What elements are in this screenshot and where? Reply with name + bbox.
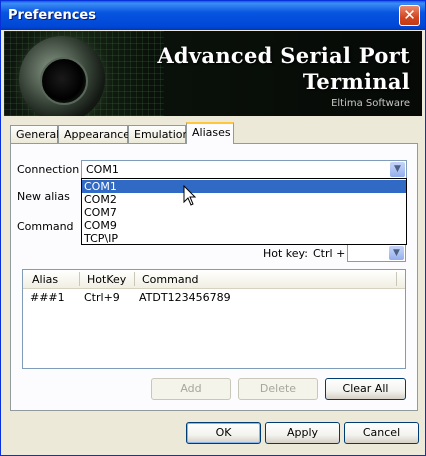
banner-vendor: Eltima Software xyxy=(331,98,410,109)
connection-label: Connection xyxy=(17,163,80,176)
cell-command: ATDT123456789 xyxy=(139,291,231,304)
command-label: Command xyxy=(17,220,74,233)
chevron-down-icon[interactable]: ▼ xyxy=(389,246,404,260)
connection-dropdown-list: COM1 COM2 COM7 COM9 TCP\IP xyxy=(81,178,407,245)
mouse-pointer-icon xyxy=(183,185,197,206)
tab-label: General xyxy=(16,128,60,141)
hotkey-label: Hot key: xyxy=(263,247,308,260)
banner-title-line1: Advanced Serial Port xyxy=(157,43,410,68)
dropdown-option-com9[interactable]: COM9 xyxy=(82,219,406,232)
column-header-hotkey[interactable]: HotKey xyxy=(87,273,126,286)
clear-all-button[interactable]: Clear All xyxy=(325,378,406,400)
preferences-window: Preferences ✕ Advanced Serial Port Termi… xyxy=(0,0,426,456)
column-divider[interactable] xyxy=(79,272,80,286)
cancel-button[interactable]: Cancel xyxy=(344,422,419,444)
new-alias-label: New alias xyxy=(17,190,70,203)
close-button[interactable]: ✕ xyxy=(399,5,420,26)
column-divider[interactable] xyxy=(134,272,135,286)
cell-alias: ###1 xyxy=(30,291,65,304)
ok-button[interactable]: OK xyxy=(186,422,261,444)
dropdown-option-com7[interactable]: COM7 xyxy=(82,206,406,219)
title-bar[interactable]: Preferences ✕ xyxy=(1,1,425,30)
dropdown-option-com1[interactable]: COM1 xyxy=(82,180,406,193)
tab-emulation[interactable]: Emulation xyxy=(128,125,190,143)
chevron-down-icon[interactable]: ▼ xyxy=(390,162,405,177)
banner-title-line2: Terminal xyxy=(302,69,410,94)
tab-label: Appearance xyxy=(64,128,131,141)
table-header: Alias HotKey Command xyxy=(23,270,405,289)
hotkey-prefix: Ctrl + xyxy=(313,247,346,260)
connection-value: COM1 xyxy=(86,163,119,176)
tab-label: Emulation xyxy=(134,128,190,141)
dropdown-option-com2[interactable]: COM2 xyxy=(82,193,406,206)
add-button[interactable]: Add xyxy=(151,378,231,400)
window-title: Preferences xyxy=(8,8,96,23)
column-header-alias[interactable]: Alias xyxy=(32,273,58,286)
tab-general[interactable]: General xyxy=(10,125,60,143)
dropdown-option-tcpip[interactable]: TCP\IP xyxy=(82,232,406,245)
cell-hotkey: Ctrl+9 xyxy=(84,291,120,304)
apply-button[interactable]: Apply xyxy=(265,422,340,444)
column-divider[interactable] xyxy=(396,272,397,286)
hotkey-select[interactable]: ▼ xyxy=(347,244,406,262)
close-icon: ✕ xyxy=(403,6,416,24)
tab-appearance[interactable]: Appearance xyxy=(58,125,131,143)
column-header-command[interactable]: Command xyxy=(142,273,199,286)
tab-label: Aliases xyxy=(192,126,231,139)
connection-select[interactable]: COM1 ▼ xyxy=(81,160,407,179)
delete-button[interactable]: Delete xyxy=(238,378,318,400)
lens-center-graphic xyxy=(40,57,88,105)
product-banner: Advanced Serial Port Terminal Eltima Sof… xyxy=(4,31,422,116)
aliases-table: Alias HotKey Command ###1 Ctrl+9 ATDT123… xyxy=(22,269,406,369)
tab-aliases[interactable]: Aliases xyxy=(186,122,234,144)
